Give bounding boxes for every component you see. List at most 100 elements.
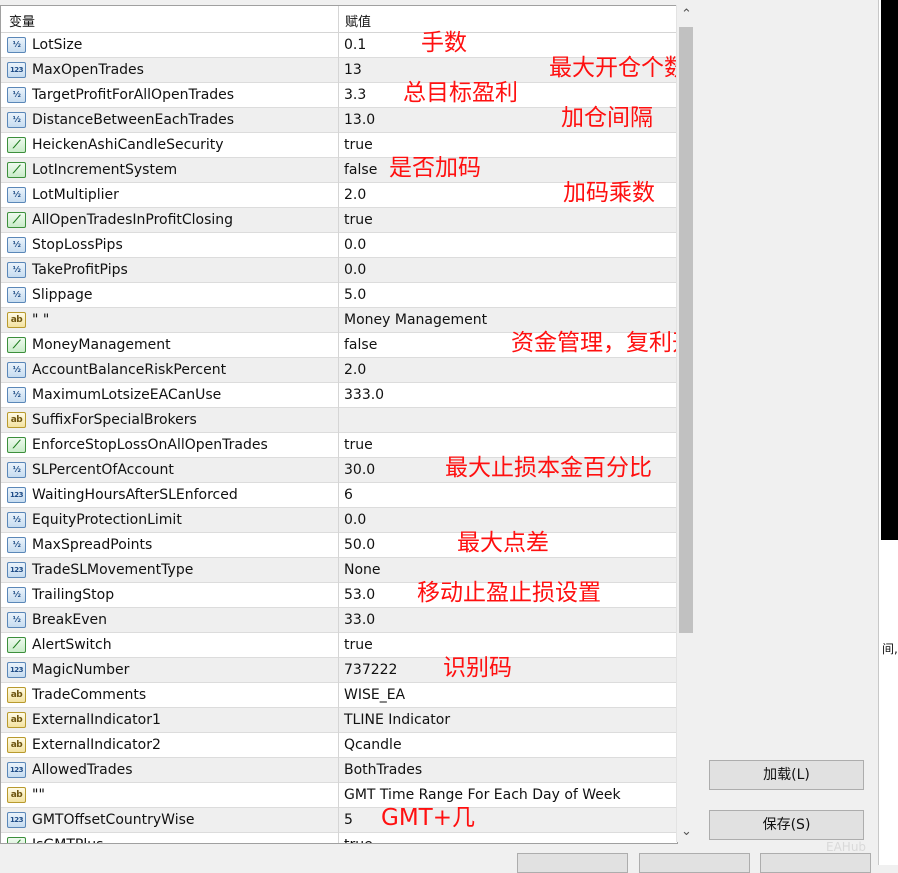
string-type-icon: ab <box>7 312 26 328</box>
scroll-down-arrow-icon[interactable]: ⌄ <box>677 822 696 842</box>
parameter-name: ExternalIndicator2 <box>32 737 161 753</box>
vertical-scrollbar[interactable]: ⌃ ⌄ <box>676 5 696 842</box>
table-row[interactable]: ab ExternalIndicator2 Qcandle <box>1 733 677 758</box>
double-type-icon: ½ <box>7 112 26 128</box>
parameter-value[interactable]: None <box>344 562 381 578</box>
parameter-value[interactable]: true <box>344 837 373 843</box>
right-side-panel: 间, <box>878 0 898 865</box>
scrollbar-thumb[interactable] <box>679 27 693 633</box>
parameter-value[interactable]: 0.0 <box>344 512 366 528</box>
table-row[interactable]: ½ TrailingStop 53.0 移动止盈止损设置 <box>1 580 677 608</box>
table-row[interactable]: ½ BreakEven 33.0 <box>1 608 677 633</box>
save-button[interactable]: 保存(S) <box>709 810 864 840</box>
parameter-value[interactable]: true <box>344 137 373 153</box>
parameter-value[interactable]: 6 <box>344 487 353 503</box>
table-row[interactable]: 123 WaitingHoursAfterSLEnforced 6 <box>1 483 677 508</box>
parameter-value[interactable]: 2.0 <box>344 187 366 203</box>
parameter-value[interactable]: 30.0 <box>344 462 375 478</box>
table-row[interactable]: 123 AllowedTrades BothTrades <box>1 758 677 783</box>
parameter-name: HeickenAshiCandleSecurity <box>32 137 224 153</box>
parameter-value[interactable]: true <box>344 437 373 453</box>
parameter-name: " " <box>32 312 50 328</box>
integer-type-icon: 123 <box>7 62 26 78</box>
bottom-button-1[interactable] <box>517 853 628 873</box>
parameter-value[interactable]: 13.0 <box>344 112 375 128</box>
table-row[interactable]: ½ MaxSpreadPoints 50.0 最大点差 <box>1 530 677 558</box>
table-row[interactable]: ½ TakeProfitPips 0.0 <box>1 258 677 283</box>
parameter-name: TakeProfitPips <box>32 262 128 278</box>
parameter-value[interactable]: 50.0 <box>344 537 375 553</box>
double-type-icon: ½ <box>7 387 26 403</box>
column-header-value[interactable]: 赋值 <box>345 11 371 30</box>
parameter-value[interactable]: Money Management <box>344 312 487 328</box>
table-row[interactable]: ½ DistanceBetweenEachTrades 13.0 加仓间隔 <box>1 105 677 133</box>
string-type-icon: ab <box>7 712 26 728</box>
parameter-value[interactable]: 0.1 <box>344 37 366 53</box>
scroll-up-arrow-icon[interactable]: ⌃ <box>677 5 696 25</box>
parameter-value[interactable]: 3.3 <box>344 87 366 103</box>
table-row[interactable]: ½ StopLossPips 0.0 <box>1 233 677 258</box>
annotation-note: 识别码 <box>443 655 512 681</box>
annotation-note: 最大止损本金百分比 <box>445 455 652 481</box>
annotation-note: 最大开仓个数 <box>549 55 678 81</box>
parameter-value[interactable]: 5 <box>344 812 353 828</box>
table-row[interactable]: ½ LotMultiplier 2.0 加码乘数 <box>1 180 677 208</box>
boolean-type-icon: ⟋ <box>7 162 26 178</box>
table-row[interactable]: ½ Slippage 5.0 <box>1 283 677 308</box>
parameter-value[interactable]: 13 <box>344 62 362 78</box>
parameter-value[interactable]: 333.0 <box>344 387 384 403</box>
double-type-icon: ½ <box>7 37 26 53</box>
parameter-name: DistanceBetweenEachTrades <box>32 112 235 128</box>
table-row[interactable]: ½ EquityProtectionLimit 0.0 <box>1 508 677 533</box>
annotation-note: 最大点差 <box>457 530 549 556</box>
parameter-value[interactable]: BothTrades <box>344 762 422 778</box>
parameter-value[interactable]: true <box>344 637 373 653</box>
parameter-value[interactable]: 0.0 <box>344 262 366 278</box>
annotation-note: 总目标盈利 <box>403 80 518 106</box>
parameter-value[interactable]: 5.0 <box>344 287 366 303</box>
double-type-icon: ½ <box>7 87 26 103</box>
table-row[interactable]: ½ SLPercentOfAccount 30.0 最大止损本金百分比 <box>1 455 677 483</box>
parameter-value[interactable]: TLINE Indicator <box>344 712 450 728</box>
table-row[interactable]: 123 MaxOpenTrades 13 最大开仓个数 <box>1 55 678 83</box>
bottom-button-2[interactable] <box>639 853 750 873</box>
table-row[interactable]: ⟋ MoneyManagement false 资金管理，复利开关 <box>1 330 677 358</box>
boolean-type-icon: ⟋ <box>7 837 26 843</box>
boolean-type-icon: ⟋ <box>7 212 26 228</box>
parameter-value[interactable]: GMT Time Range For Each Day of Week <box>344 787 621 803</box>
parameter-value[interactable]: 53.0 <box>344 587 375 603</box>
table-row[interactable]: ab "" GMT Time Range For Each Day of Week <box>1 783 677 808</box>
parameter-value[interactable]: true <box>344 212 373 228</box>
parameter-value[interactable]: 0.0 <box>344 237 366 253</box>
table-row[interactable]: ⟋ AlertSwitch true <box>1 633 677 658</box>
parameter-name: IsGMTPlus <box>32 837 103 843</box>
table-row[interactable]: ⟋ AllOpenTradesInProfitClosing true <box>1 208 677 233</box>
table-row[interactable]: ab ExternalIndicator1 TLINE Indicator <box>1 708 677 733</box>
parameter-value[interactable]: Qcandle <box>344 737 402 753</box>
parameter-value[interactable]: 737222 <box>344 662 397 678</box>
table-row[interactable]: ab TradeComments WISE_EA <box>1 683 677 708</box>
table-row[interactable]: 123 GMTOffsetCountryWise 5 GMT+几 <box>1 805 677 833</box>
chart-thumbnail <box>881 0 898 540</box>
table-row[interactable]: ab SuffixForSpecialBrokers <box>1 408 677 433</box>
parameter-value[interactable]: 33.0 <box>344 612 375 628</box>
parameter-value[interactable]: false <box>344 162 377 178</box>
string-type-icon: ab <box>7 787 26 803</box>
parameter-value[interactable]: WISE_EA <box>344 687 405 703</box>
column-header-variable[interactable]: 变量 <box>9 11 35 30</box>
load-button[interactable]: 加载(L) <box>709 760 864 790</box>
parameter-value[interactable]: false <box>344 337 377 353</box>
watermark: EAHub <box>826 840 867 854</box>
parameters-table: 变量 赋值 ½ LotSize 0.1 手数 123 MaxOpenTrades 13 最大开… <box>0 5 678 844</box>
bottom-button-3[interactable] <box>760 853 871 873</box>
double-type-icon: ½ <box>7 462 26 478</box>
table-row[interactable]: 123 MagicNumber 737222 识别码 <box>1 655 677 683</box>
table-row[interactable]: ½ AccountBalanceRiskPercent 2.0 <box>1 358 677 383</box>
double-type-icon: ½ <box>7 512 26 528</box>
parameter-name: AllOpenTradesInProfitClosing <box>32 212 234 228</box>
table-row[interactable]: ½ MaximumLotsizeEACanUse 333.0 <box>1 383 677 408</box>
table-row[interactable]: ⟋ HeickenAshiCandleSecurity true <box>1 133 677 158</box>
parameter-value[interactable]: 2.0 <box>344 362 366 378</box>
table-row[interactable]: ⟋ IsGMTPlus true <box>1 833 677 843</box>
boolean-type-icon: ⟋ <box>7 437 26 453</box>
